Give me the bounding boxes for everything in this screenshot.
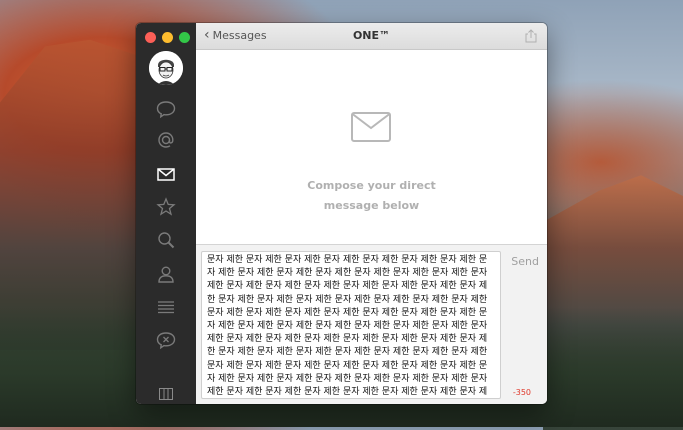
compose-hint-line2: message below — [323, 199, 420, 212]
compose-hint: Compose your direct message below — [196, 176, 547, 216]
magnifier-icon[interactable] — [154, 228, 178, 252]
minimize-button[interactable] — [162, 32, 173, 43]
window-controls — [145, 32, 190, 43]
mentions-bubble-icon[interactable] — [154, 97, 178, 121]
send-button[interactable]: Send — [511, 255, 539, 268]
message-composer: 문자 제한 문자 제한 문자 제한 문자 제한 문자 제한 문자 제한 문자 제… — [196, 244, 547, 404]
muted-bubble-icon[interactable] — [154, 328, 178, 352]
wallpaper-mountain-left — [0, 39, 150, 350]
app-window: ‹ Messages ONE™ Compose your direct mess… — [136, 23, 547, 404]
character-counter: -350 — [512, 388, 531, 397]
share-icon[interactable] — [525, 28, 537, 43]
envelope-icon[interactable] — [154, 162, 178, 186]
message-input[interactable]: 문자 제한 문자 제한 문자 제한 문자 제한 문자 제한 문자 제한 문자 제… — [201, 251, 501, 399]
window-title: ONE™ — [352, 29, 391, 42]
list-icon[interactable] — [154, 295, 178, 319]
star-icon[interactable] — [154, 195, 178, 219]
at-sign-icon[interactable] — [154, 128, 178, 152]
sidebar — [136, 23, 196, 404]
empty-state: Compose your direct message below — [196, 50, 547, 268]
compose-hint-line1: Compose your direct — [307, 179, 436, 192]
title-bar: ‹ Messages ONE™ — [196, 23, 547, 50]
zoom-button[interactable] — [179, 32, 190, 43]
avatar[interactable] — [149, 51, 183, 85]
envelope-large-icon — [351, 112, 391, 142]
person-icon[interactable] — [154, 262, 178, 286]
close-button[interactable] — [145, 32, 156, 43]
columns-icon[interactable] — [159, 385, 173, 400]
